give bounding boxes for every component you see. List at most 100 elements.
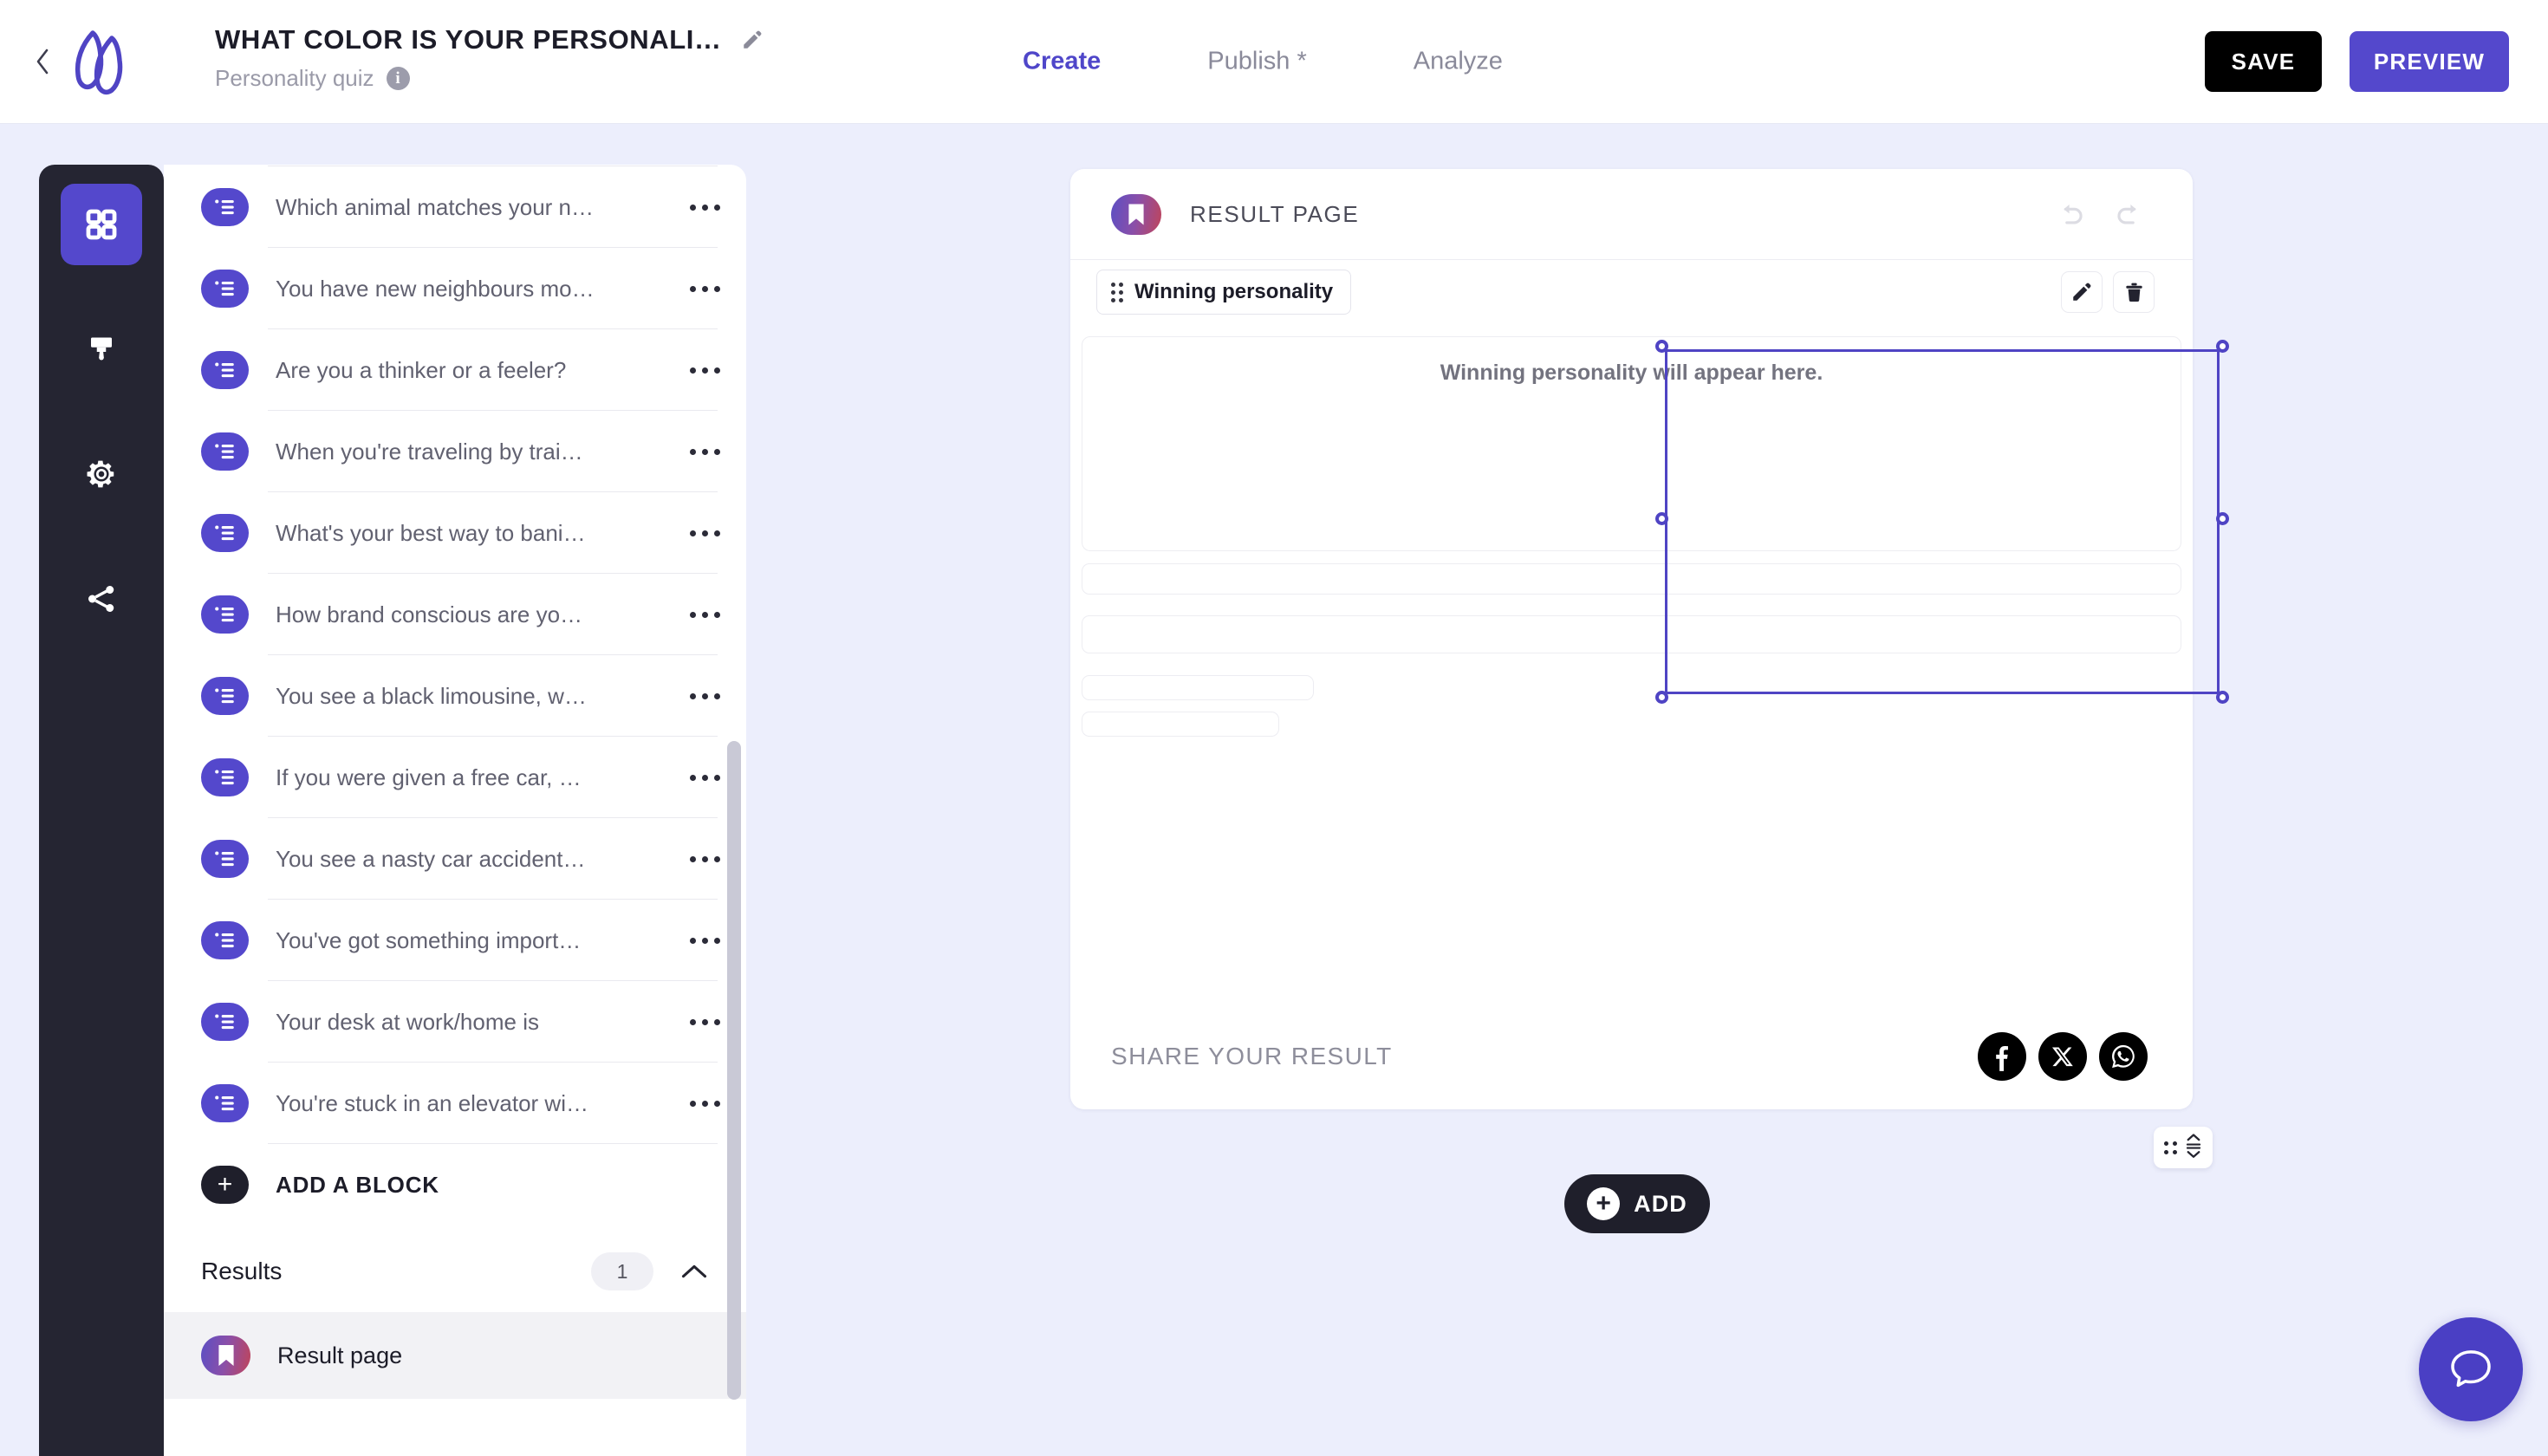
selection-handle-right[interactable] xyxy=(2216,512,2229,525)
selection-handle-top-right[interactable] xyxy=(2216,340,2229,353)
tab-analyze[interactable]: Analyze xyxy=(1414,48,1503,76)
list-item[interactable]: Are you a thinker or a feeler? xyxy=(164,329,746,411)
quiz-subtitle-row: Personality quiz i xyxy=(215,65,764,92)
list-item-label: Your desk at work/home is xyxy=(276,1008,539,1035)
result-page-label: Result page xyxy=(277,1342,403,1368)
whatsapp-icon[interactable] xyxy=(2099,1032,2148,1081)
sidebar-item-design[interactable] xyxy=(61,309,142,390)
paintbrush-icon xyxy=(91,337,112,361)
question-list-icon xyxy=(201,432,249,471)
results-section-header: Results 1 xyxy=(164,1231,746,1312)
page-title: WHAT COLOR IS YOUR PERSONALI… xyxy=(215,24,722,55)
x-twitter-icon[interactable] xyxy=(2038,1032,2087,1081)
block-reorder-control[interactable] xyxy=(2154,1127,2213,1168)
more-dots-icon[interactable] xyxy=(671,611,720,618)
plus-icon: + xyxy=(201,1166,249,1204)
list-item-label: What's your best way to bani… xyxy=(276,519,586,546)
main-nav-tabs: Create Publish * Analyze xyxy=(1023,48,1503,76)
brand-logo-icon[interactable] xyxy=(64,24,139,99)
top-bar: WHAT COLOR IS YOUR PERSONALI… Personalit… xyxy=(0,0,2548,124)
list-item[interactable]: What's your best way to bani… xyxy=(164,492,746,574)
more-dots-icon[interactable] xyxy=(671,1100,720,1107)
edit-block-button[interactable] xyxy=(2061,271,2103,313)
tab-publish[interactable]: Publish * xyxy=(1207,48,1306,76)
list-item[interactable]: When you're traveling by trai… xyxy=(164,411,746,492)
delete-block-button[interactable] xyxy=(2113,271,2155,313)
question-list-icon xyxy=(201,188,249,226)
result-page-canvas: RESULT PAGE Winning personality Winning … xyxy=(1070,169,2229,1109)
results-title: Results xyxy=(201,1258,283,1284)
question-list-icon xyxy=(201,351,249,389)
more-dots-icon[interactable] xyxy=(671,448,720,455)
list-item[interactable]: You have new neighbours mo… xyxy=(164,248,746,329)
list-item[interactable]: How brand conscious are yo… xyxy=(164,574,746,655)
selection-handle-top-left[interactable] xyxy=(1655,340,1668,353)
selection-handle-left[interactable] xyxy=(1655,512,1668,525)
results-count-badge: 1 xyxy=(591,1252,653,1290)
chat-bubble-icon xyxy=(2451,1350,2491,1388)
grid-blocks-icon xyxy=(86,209,117,240)
trash-icon xyxy=(2125,283,2142,302)
list-item-label: You're stuck in an elevator wi… xyxy=(276,1089,588,1116)
more-dots-icon[interactable] xyxy=(671,692,720,699)
list-item[interactable]: You see a nasty car accident… xyxy=(164,818,746,900)
list-item-label: When you're traveling by trai… xyxy=(276,438,583,465)
selection-handle-bottom-left[interactable] xyxy=(1655,691,1668,704)
list-item[interactable]: You've got something import… xyxy=(164,900,746,981)
block-list-panel: Which animal matches your n… You have ne… xyxy=(164,165,746,1456)
list-item[interactable]: Your desk at work/home is xyxy=(164,981,746,1063)
skeleton-line xyxy=(1082,675,1314,700)
drag-handle-icon[interactable] xyxy=(1111,282,1123,302)
tab-create[interactable]: Create xyxy=(1023,48,1101,76)
back-button[interactable] xyxy=(28,47,57,76)
list-item-label: Which animal matches your n… xyxy=(276,193,595,220)
chevron-up-icon[interactable] xyxy=(679,1257,709,1286)
chat-support-button[interactable] xyxy=(2419,1317,2523,1421)
list-item[interactable]: Which animal matches your n… xyxy=(164,166,746,248)
bookmark-icon xyxy=(201,1336,250,1375)
sidebar-item-blocks[interactable] xyxy=(61,184,142,265)
more-dots-icon[interactable] xyxy=(671,367,720,374)
add-block-fab[interactable]: + ADD xyxy=(1564,1174,1710,1233)
quiz-type-label: Personality quiz xyxy=(215,65,374,91)
info-icon[interactable]: i xyxy=(386,67,410,90)
more-dots-icon[interactable] xyxy=(671,937,720,944)
list-item-label: You see a black limousine, w… xyxy=(276,682,587,709)
list-item[interactable]: You're stuck in an elevator wi… xyxy=(164,1063,746,1144)
social-share-group xyxy=(1978,1032,2148,1081)
list-item[interactable]: You see a black limousine, w… xyxy=(164,655,746,737)
block-tool-group xyxy=(2061,271,2155,313)
more-dots-icon[interactable] xyxy=(671,774,720,781)
more-dots-icon[interactable] xyxy=(671,855,720,862)
undo-arrow-icon[interactable] xyxy=(2051,194,2090,234)
sidebar-item-share[interactable] xyxy=(61,558,142,640)
facebook-icon[interactable] xyxy=(1978,1032,2026,1081)
block-list-scrollbar[interactable] xyxy=(727,741,741,1400)
drag-reorder-icon xyxy=(2164,1141,2177,1154)
block-chip-winning-personality[interactable]: Winning personality xyxy=(1096,270,1352,315)
sidebar-item-settings[interactable] xyxy=(61,433,142,515)
block-chip-label: Winning personality xyxy=(1134,280,1334,303)
save-button[interactable]: SAVE xyxy=(2205,31,2322,92)
selection-handle-bottom-right[interactable] xyxy=(2216,691,2229,704)
add-a-block-button[interactable]: + ADD A BLOCK xyxy=(164,1144,746,1225)
question-list-icon xyxy=(201,677,249,715)
list-item-label: You see a nasty car accident… xyxy=(276,845,586,872)
list-item-label: You have new neighbours mo… xyxy=(276,275,595,302)
question-list-icon xyxy=(201,1084,249,1122)
title-edit-pencil-icon[interactable] xyxy=(741,29,764,51)
add-a-block-label: ADD A BLOCK xyxy=(276,1171,439,1198)
gear-icon xyxy=(87,460,114,488)
more-dots-icon[interactable] xyxy=(671,1018,720,1025)
more-dots-icon[interactable] xyxy=(671,530,720,536)
more-dots-icon[interactable] xyxy=(671,285,720,292)
sidebar-item-result-page[interactable]: Result page xyxy=(164,1312,746,1399)
selection-border xyxy=(1665,349,2220,694)
list-item[interactable]: If you were given a free car, … xyxy=(164,737,746,818)
redo-arrow-icon[interactable] xyxy=(2109,194,2149,234)
question-list-icon xyxy=(201,514,249,552)
pencil-icon xyxy=(2073,283,2091,301)
preview-button[interactable]: PREVIEW xyxy=(2350,31,2509,92)
more-dots-icon[interactable] xyxy=(671,204,720,211)
list-item-label: If you were given a free car, … xyxy=(276,764,582,790)
